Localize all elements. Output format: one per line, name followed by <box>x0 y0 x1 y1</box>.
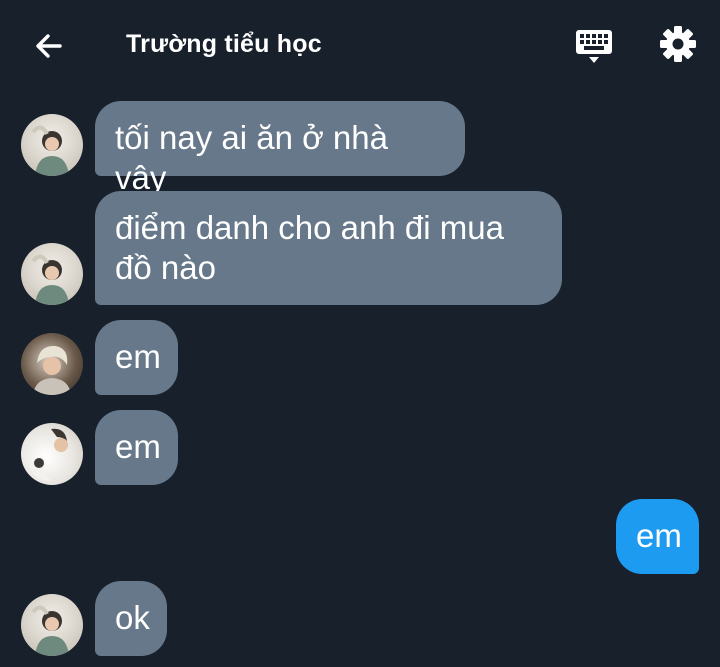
person-photo-icon <box>31 605 69 656</box>
person-photo-icon <box>33 345 71 395</box>
message-text: em <box>636 517 682 554</box>
message-bubble[interactable]: em <box>95 410 178 485</box>
message-bubble[interactable]: điểm danh cho anh đi mua đồ nào <box>95 191 562 305</box>
message-bubble[interactable]: em <box>616 499 699 574</box>
avatar[interactable] <box>21 333 83 395</box>
avatar[interactable] <box>21 243 83 305</box>
message-text: điểm danh cho anh đi mua <box>115 209 504 246</box>
conversation-title: Trường tiểu học <box>126 30 322 58</box>
message-text: em <box>115 428 161 465</box>
person-photo-icon <box>29 428 68 481</box>
avatar[interactable] <box>21 114 83 176</box>
message-text: em <box>115 338 161 375</box>
back-button[interactable] <box>30 26 70 66</box>
message-bubble[interactable]: ok <box>95 581 167 656</box>
person-photo-icon <box>31 125 69 176</box>
keyboard-button[interactable] <box>572 24 616 68</box>
person-photo-icon <box>31 254 69 305</box>
settings-button[interactable] <box>656 22 700 66</box>
gear-icon <box>660 26 696 62</box>
avatar[interactable] <box>21 423 83 485</box>
message-text: tối nay ai ăn ở nhà vậy <box>115 119 388 196</box>
message-bubble[interactable]: em <box>95 320 178 395</box>
message-text: ok <box>115 599 150 636</box>
avatar[interactable] <box>21 594 83 656</box>
message-text: đồ nào <box>115 249 216 286</box>
arrow-left-icon <box>36 34 62 58</box>
message-bubble[interactable]: tối nay ai ăn ở nhà vậy <box>95 101 465 196</box>
chat-header: Trường tiểu học <box>0 0 720 92</box>
keyboard-icon <box>576 30 612 63</box>
